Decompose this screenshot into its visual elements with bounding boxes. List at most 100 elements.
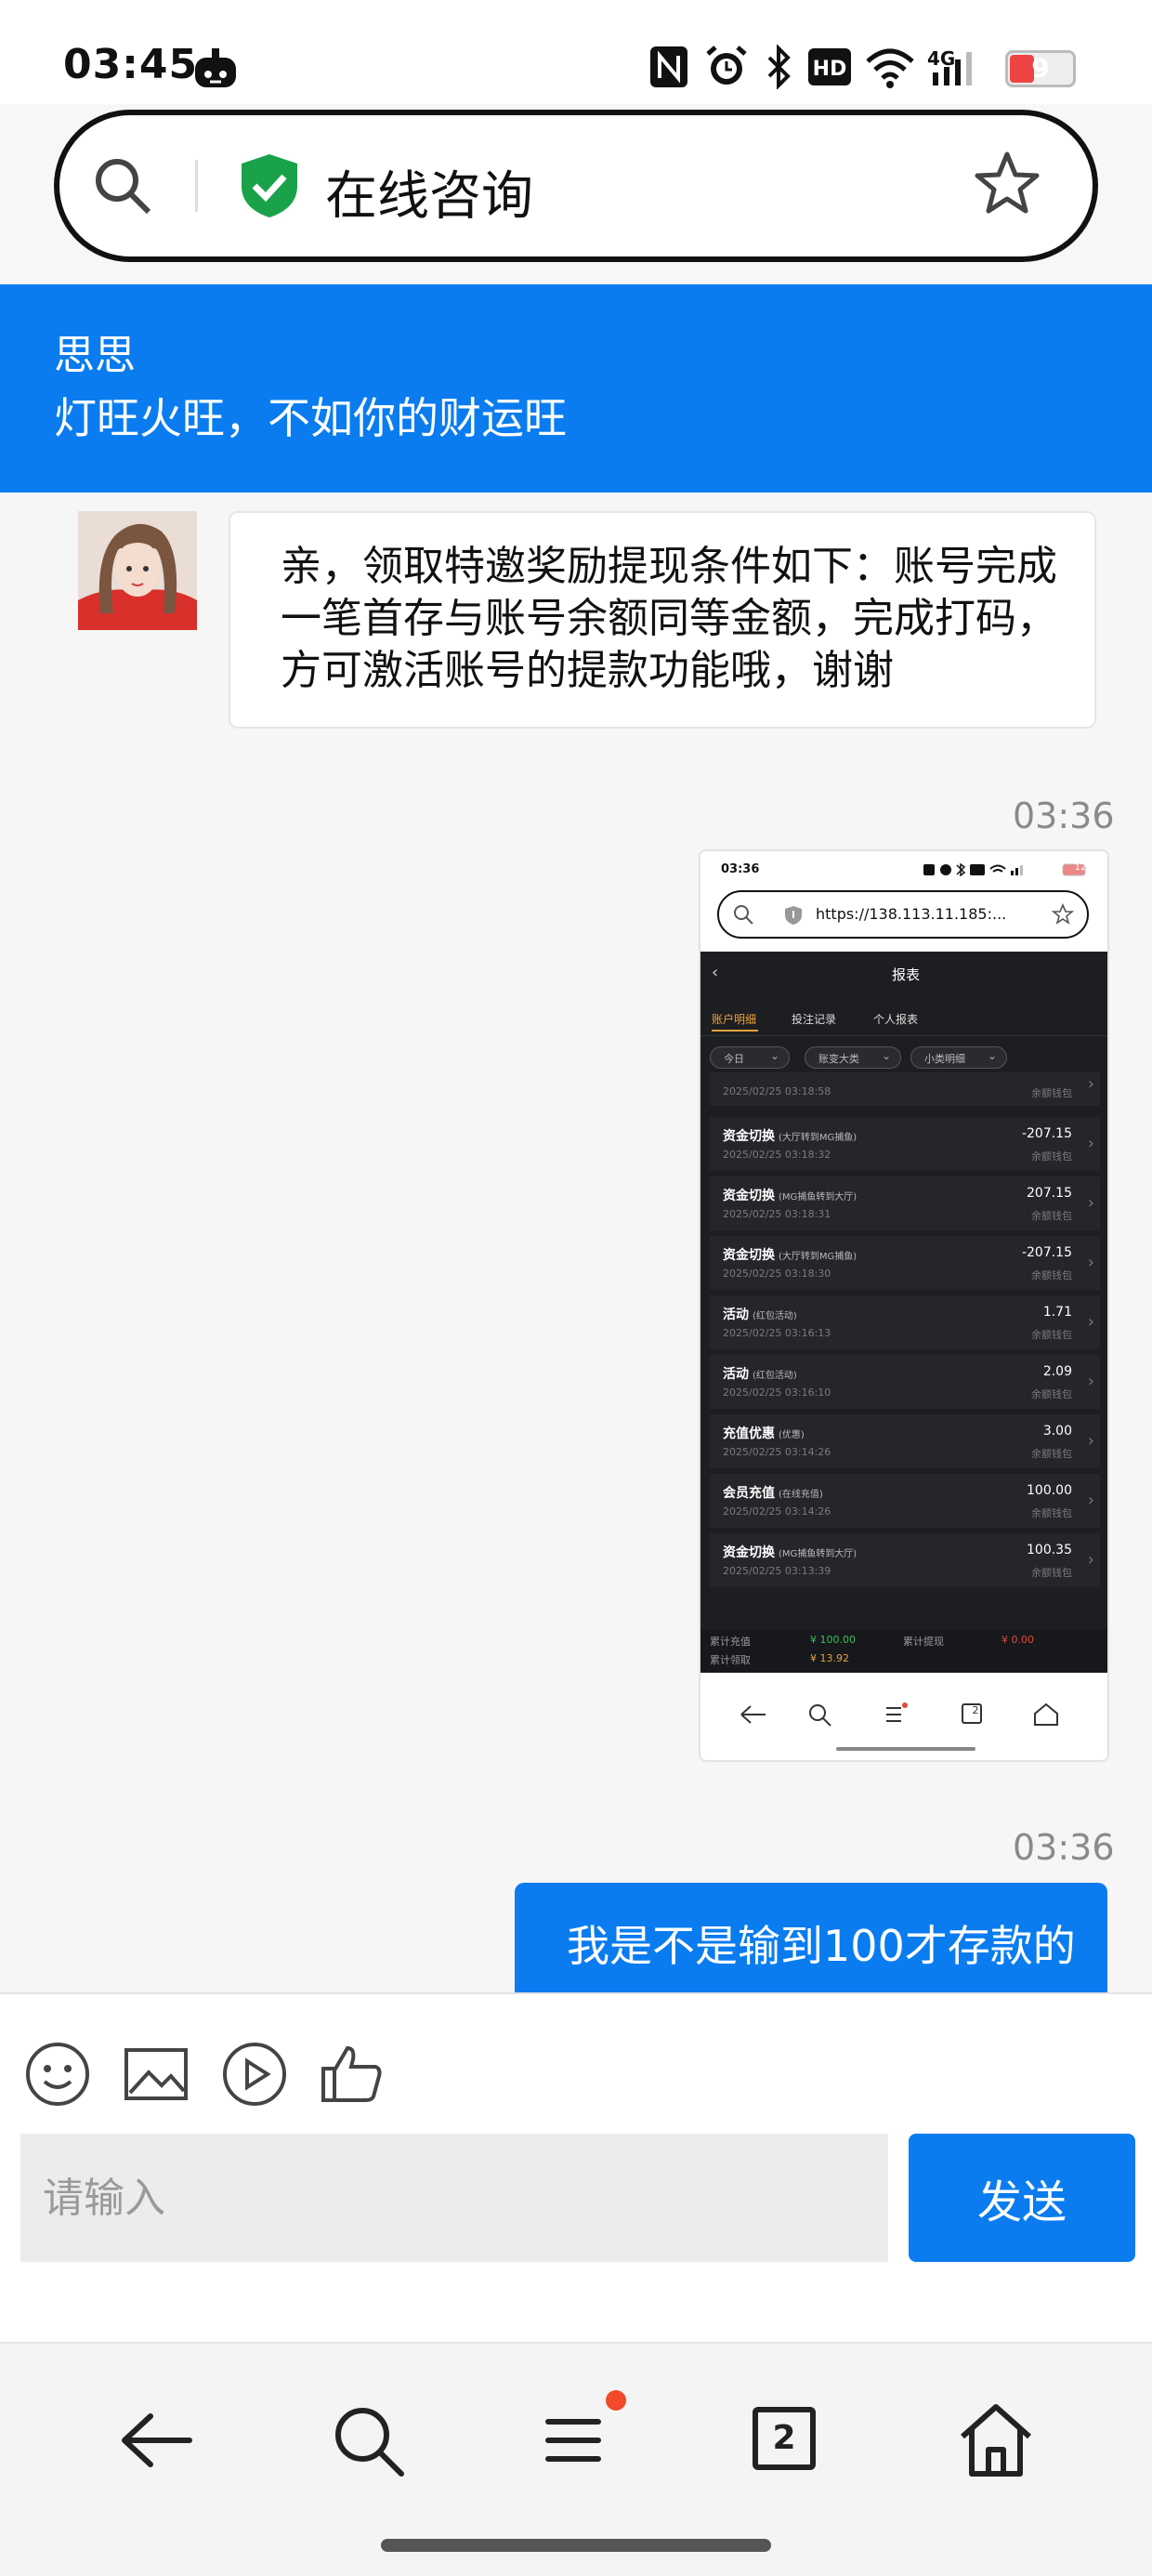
shot-row-amount: 1.71	[1042, 1305, 1072, 1320]
shot-summary-label: 累计充值	[710, 1636, 751, 1648]
shot-home-indicator	[836, 1747, 975, 1751]
search-icon[interactable]	[321, 2394, 414, 2487]
shot-row-wallet: 余额钱包	[1031, 1507, 1072, 1519]
bluetooth-icon	[767, 45, 791, 89]
shot-row-amount: 207.15	[1027, 1186, 1072, 1201]
page-title: 在线咨询	[325, 166, 533, 227]
emoji-icon[interactable]	[24, 2041, 91, 2108]
shot-row-date: 2025/02/25 03:18:30	[723, 1268, 831, 1280]
shot-row-type: 资金切换	[723, 1189, 775, 1203]
shot-row-wallet: 余额钱包	[1031, 1150, 1072, 1163]
shot-row-type: 活动	[723, 1367, 749, 1382]
shot-chevron-icon: ›	[1087, 1134, 1094, 1153]
shot-row-title: 资金切换 (MG捕鱼转到大厅)	[723, 1186, 857, 1204]
shot-row-title: 会员充值 (在线充值)	[723, 1483, 823, 1502]
video-icon[interactable]	[221, 2041, 288, 2108]
shot-row-amount: 2.09	[1042, 1364, 1072, 1379]
shot-row: 资金切换 (MG捕鱼转到大厅) 2025/02/25 03:18:31 207.15 余…	[710, 1176, 1100, 1230]
shot-summary-value: ¥ 100.00	[810, 1634, 856, 1646]
agent-motto: 灯旺火旺，不如你的财运旺	[54, 393, 567, 443]
agent-name: 思思	[54, 332, 136, 379]
tabs-icon[interactable]: 2	[753, 2407, 816, 2470]
menu-badge	[606, 2390, 626, 2411]
shot-chevron-icon: ›	[1087, 1253, 1094, 1272]
robot-icon	[195, 48, 236, 87]
shot-row-type: 资金切换	[723, 1129, 775, 1144]
home-icon[interactable]	[949, 2394, 1042, 2487]
shot-row-date: 2025/02/25 03:13:39	[723, 1565, 831, 1577]
shot-row-date: 2025/02/25 03:16:13	[723, 1327, 831, 1339]
shot-row-amount: 3.00	[1042, 1424, 1072, 1439]
menu-icon[interactable]	[528, 2394, 621, 2487]
shot-row-title: 资金切换 (大厅转到MG捕鱼)	[723, 1126, 857, 1145]
svg-text:HD: HD	[813, 58, 847, 81]
alarm-icon	[706, 46, 747, 85]
shot-chevron-icon: ›	[1087, 1550, 1094, 1570]
shot-chevron-icon: ›	[1087, 1193, 1094, 1213]
star-icon[interactable]	[972, 149, 1042, 219]
image-icon[interactable]	[123, 2041, 190, 2108]
shot-summary-value: ¥ 13.92	[810, 1652, 849, 1664]
shot-rows: 资金切换 (大厅转到MG捕鱼) 2025/02/25 03:18:32 -207.15…	[700, 851, 1107, 1673]
shot-row-type: 会员充值	[723, 1486, 775, 1501]
shot-summary-label: 累计领取	[710, 1654, 751, 1666]
shield-check-icon	[242, 154, 297, 217]
shot-row-wallet: 余额钱包	[1031, 1388, 1072, 1400]
battery-icon: 9	[1005, 50, 1076, 87]
shot-summary-label: 累计提现	[903, 1636, 944, 1648]
tab-count: 2	[772, 2419, 796, 2457]
nfc-icon	[650, 46, 687, 87]
shot-row-note: (在线充值)	[779, 1490, 823, 1500]
message-input[interactable]	[20, 2134, 888, 2262]
shot-row-note: (红包活动)	[753, 1311, 797, 1321]
svg-text:4G: 4G	[927, 47, 955, 70]
shot-row: 资金切换 (大厅转到MG捕鱼) 2025/02/25 03:18:32 -207.15…	[710, 1117, 1100, 1171]
shot-row-date: 2025/02/25 03:18:31	[723, 1208, 831, 1220]
send-button[interactable]: 发送	[909, 2134, 1135, 2262]
shot-row-type: 资金切换	[723, 1248, 775, 1263]
shot-row-amount: -207.15	[1021, 1126, 1072, 1141]
shot-row-date: 2025/02/25 03:18:32	[723, 1149, 831, 1161]
home-indicator	[381, 2539, 771, 2552]
shot-row-note: (大厅转到MG捕鱼)	[779, 1133, 857, 1143]
hd-icon: HD	[808, 48, 851, 85]
status-time: 03:45	[63, 41, 199, 88]
shot-row-note: (MG捕鱼转到大厅)	[779, 1192, 857, 1203]
shot-row: 资金切换 (MG捕鱼转到大厅) 2025/02/25 03:13:39 100.35 余…	[710, 1533, 1100, 1587]
shot-row: 资金切换 (大厅转到MG捕鱼) 2025/02/25 03:18:30 -207.15…	[710, 1236, 1100, 1290]
shot-row: 充值优惠 (优惠) 2025/02/25 03:14:26 3.00 余额钱包 ›	[710, 1414, 1100, 1468]
message-timestamp: 03:36	[1013, 795, 1115, 836]
shot-chevron-icon: ›	[1087, 1312, 1094, 1332]
shot-row-title: 活动 (红包活动)	[723, 1364, 797, 1383]
shot-row: 活动 (红包活动) 2025/02/25 03:16:10 2.09 余额钱包 ›	[710, 1355, 1100, 1409]
message-timestamp: 03:36	[1013, 1827, 1115, 1868]
shot-row-wallet: 余额钱包	[1031, 1567, 1072, 1579]
address-bar[interactable]	[54, 110, 1098, 262]
address-divider	[195, 160, 198, 212]
shot-row-wallet: 余额钱包	[1031, 1329, 1072, 1341]
shot-row-amount: 100.35	[1027, 1543, 1072, 1557]
shot-row-type: 充值优惠	[723, 1426, 775, 1441]
shot-row-title: 活动 (红包活动)	[723, 1305, 797, 1323]
wifi-icon	[866, 48, 914, 88]
shot-nav-icons	[740, 1702, 1058, 1727]
thumbs-up-icon[interactable]	[318, 2041, 385, 2108]
shot-row-amount: 100.00	[1027, 1483, 1072, 1498]
outgoing-message-text: 我是不是输到100才存款的	[567, 1921, 1076, 1971]
shot-row-title: 资金切换 (MG捕鱼转到大厅)	[723, 1543, 857, 1561]
shot-row-title: 资金切换 (大厅转到MG捕鱼)	[723, 1245, 857, 1264]
screenshot-attachment[interactable]: 03:36 12 https://138.113.11.185:... ‹ 报表…	[699, 849, 1109, 1762]
shot-chevron-icon: ›	[1087, 1372, 1094, 1391]
shot-row-type: 活动	[723, 1308, 749, 1322]
search-icon[interactable]	[89, 152, 156, 219]
avatar	[78, 511, 197, 630]
shot-tab-count: 2	[972, 1704, 979, 1716]
shot-row: 会员充值 (在线充值) 2025/02/25 03:14:26 100.00 余额钱包 ›	[710, 1474, 1100, 1528]
shot-row-note: (大厅转到MG捕鱼)	[779, 1252, 857, 1262]
shot-chevron-icon: ›	[1087, 1431, 1094, 1451]
shot-row-type: 资金切换	[723, 1545, 775, 1560]
back-arrow-icon[interactable]	[110, 2394, 203, 2487]
shot-row-wallet: 余额钱包	[1031, 1210, 1072, 1222]
shot-row-date: 2025/02/25 03:16:10	[723, 1387, 831, 1399]
shot-row: 活动 (红包活动) 2025/02/25 03:16:13 1.71 余额钱包 ›	[710, 1295, 1100, 1349]
